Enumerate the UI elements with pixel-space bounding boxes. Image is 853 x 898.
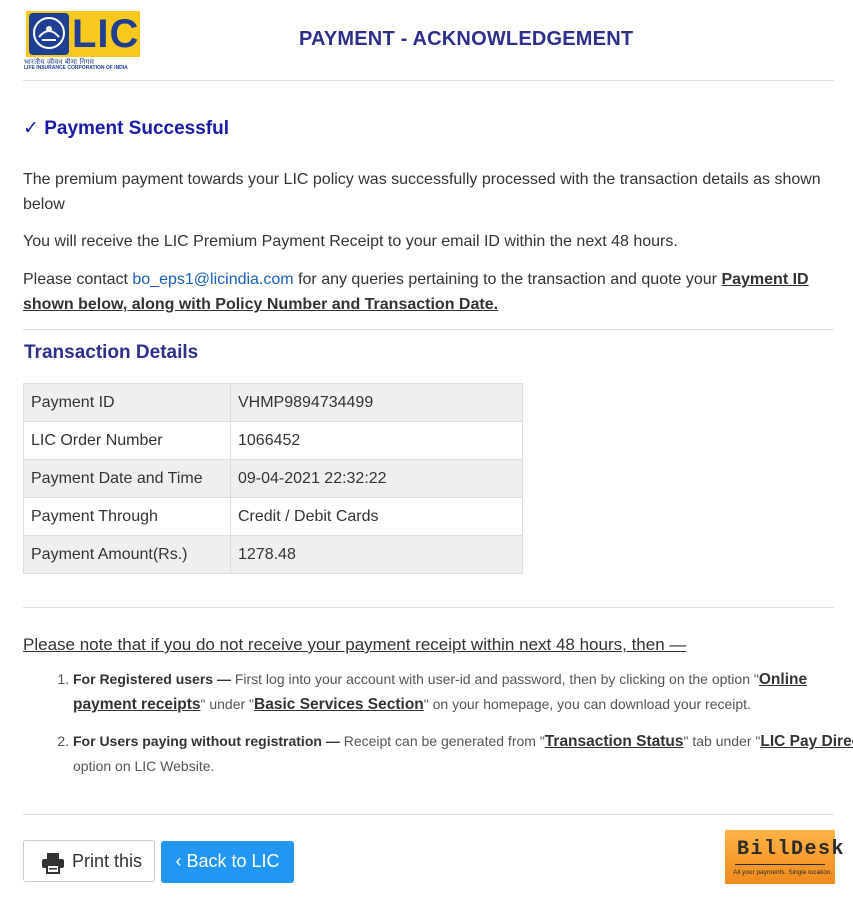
basic-services-section-link[interactable]: Basic Services Section — [254, 696, 424, 713]
print-button-label: Print this — [72, 851, 143, 871]
note-text: First log into your account with user-id… — [230, 671, 759, 687]
contact-middle: for any queries pertaining to the transa… — [293, 271, 722, 288]
lic-logo-subtitle: LIFE INSURANCE CORPORATION OF INDIA — [24, 65, 128, 71]
note-text: " tab under " — [683, 733, 761, 749]
table-row: Payment Date and Time 09-04-2021 22:32:2… — [23, 459, 523, 498]
note-lead: For Users paying without registration — — [73, 733, 340, 749]
payment-status: ✓ Payment Successful — [23, 117, 229, 140]
header-divider — [23, 80, 834, 81]
section-divider — [23, 329, 834, 330]
transaction-details-title: Transaction Details — [24, 342, 199, 363]
note-list: For Registered users — First log into yo… — [23, 667, 853, 790]
payment-status-text: Payment Successful — [44, 118, 230, 139]
check-icon: ✓ — [23, 118, 39, 139]
row-label: LIC Order Number — [23, 421, 231, 460]
note-lead: For Registered users — — [73, 671, 231, 687]
row-label: Payment ID — [23, 383, 231, 422]
lic-logo-text: LIC — [72, 12, 140, 56]
table-row: Payment ID VHMP9894734499 — [23, 383, 523, 422]
row-label: Payment Amount(Rs.) — [23, 535, 231, 574]
back-to-lic-button[interactable]: ‹ Back to LIC — [161, 841, 294, 883]
table-row: Payment Through Credit / Debit Cards — [23, 497, 523, 536]
footer-divider — [23, 814, 834, 815]
row-label: Payment Date and Time — [23, 459, 231, 498]
table-row: LIC Order Number 1066452 — [23, 421, 523, 460]
billdesk-wordmark: BillDesk — [737, 838, 846, 861]
note-text: Receipt can be generated from " — [339, 733, 545, 749]
lic-emblem-icon — [29, 13, 69, 55]
row-value: VHMP9894734499 — [230, 383, 523, 422]
contact-email-link[interactable]: bo_eps1@licindia.com — [132, 271, 293, 288]
page-title: PAYMENT - ACKNOWLEDGEMENT — [299, 28, 634, 50]
row-value: 1278.48 — [230, 535, 523, 574]
contact-message: Please contact bo_eps1@licindia.com for … — [23, 267, 838, 317]
transaction-status-link[interactable]: Transaction Status — [545, 733, 684, 750]
lic-pay-direct-link[interactable]: LIC Pay Direct — [760, 733, 853, 750]
note-text: " on your homepage, you can download you… — [423, 696, 751, 712]
row-value: 09-04-2021 22:32:22 — [230, 459, 523, 498]
row-value: Credit / Debit Cards — [230, 497, 523, 536]
table-row: Payment Amount(Rs.) 1278.48 — [23, 535, 523, 574]
printer-icon — [41, 852, 65, 879]
lic-logo-box: LIC — [26, 11, 140, 57]
note-heading: Please note that if you do not receive y… — [23, 635, 687, 654]
list-item: For Registered users — First log into yo… — [73, 667, 853, 717]
row-label: Payment Through — [23, 497, 231, 536]
billdesk-tagline: All your payments. Single location. — [733, 869, 833, 876]
list-item: For Users paying without registration — … — [73, 729, 853, 778]
notes-divider — [23, 607, 834, 608]
receipt-message: You will receive the LIC Premium Payment… — [23, 233, 678, 250]
print-button[interactable]: Print this — [23, 840, 155, 882]
billdesk-underline — [735, 864, 825, 865]
billdesk-logo: BillDesk All your payments. Single locat… — [725, 830, 844, 884]
note-text: " under " — [200, 696, 255, 712]
contact-prefix: Please contact — [23, 271, 133, 288]
row-value: 1066452 — [230, 421, 523, 460]
processed-message: The premium payment towards your LIC pol… — [23, 171, 821, 213]
back-button-label: ‹ Back to LIC — [175, 851, 280, 871]
lic-logo: LIC भारतीय जीवन बीमा निगम LIFE INSURANCE… — [24, 11, 142, 71]
transaction-details-table: Payment ID VHMP9894734499 LIC Order Numb… — [23, 383, 523, 574]
